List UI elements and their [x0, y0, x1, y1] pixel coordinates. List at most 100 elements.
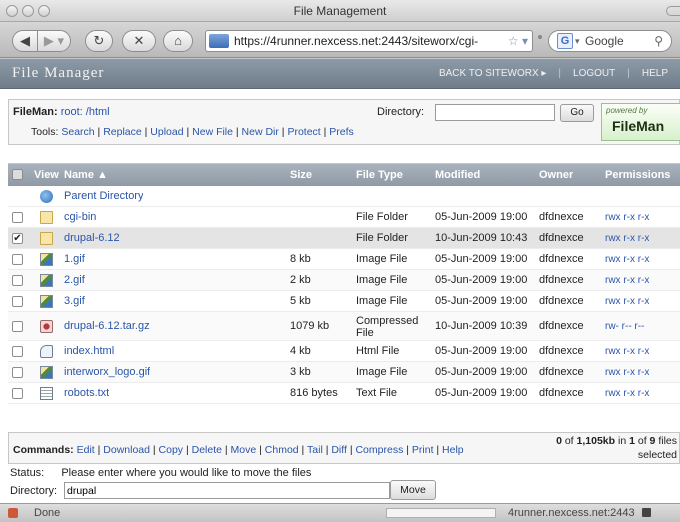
directory-input[interactable]: [435, 104, 555, 121]
tool-replace-link[interactable]: Replace: [103, 126, 142, 138]
file-modified: 05-Jun-2009 19:00: [435, 387, 528, 399]
col-owner[interactable]: Owner: [539, 164, 573, 186]
cmd-diff-link[interactable]: Diff: [331, 444, 347, 456]
tool-new-file-link[interactable]: New File: [192, 126, 233, 138]
zoom-window-icon[interactable]: [38, 5, 50, 17]
row-checkbox[interactable]: [12, 275, 23, 286]
minimize-window-icon[interactable]: [22, 5, 34, 17]
cmd-download-link[interactable]: Download: [103, 444, 150, 456]
cmd-delete-link[interactable]: Delete: [192, 444, 222, 456]
file-name-link[interactable]: 2.gif: [64, 270, 85, 291]
file-name-link[interactable]: index.html: [64, 341, 114, 362]
file-name-link[interactable]: robots.txt: [64, 383, 109, 404]
move-directory-input[interactable]: [64, 482, 390, 499]
file-permissions-link[interactable]: rwx r-x r-x: [605, 291, 649, 312]
search-icon[interactable]: ⚲: [654, 31, 663, 51]
file-name-link[interactable]: drupal-6.12.tar.gz: [64, 312, 150, 341]
file-permissions-link[interactable]: rwx r-x r-x: [605, 249, 649, 270]
forward-button[interactable]: ▶ ▾: [37, 30, 71, 52]
file-permissions-link[interactable]: rwx r-x r-x: [605, 362, 649, 383]
close-window-icon[interactable]: [6, 5, 18, 17]
table-row[interactable]: interworx_logo.gif 3 kb Image File 05-Jun-2…: [8, 362, 680, 383]
cmd-chmod-link[interactable]: Chmod: [265, 444, 299, 456]
table-row[interactable]: 1.gif 8 kb Image File 05-Jun-2009 19:00 dfdn…: [8, 249, 680, 270]
file-name-link[interactable]: 3.gif: [64, 291, 85, 312]
row-checkbox[interactable]: [12, 367, 23, 378]
lock-icon[interactable]: [642, 508, 651, 517]
table-row[interactable]: drupal-6.12.tar.gz 1079 kb Compressed File…: [8, 312, 680, 341]
file-permissions-link[interactable]: rw- r-- r--: [605, 312, 644, 341]
row-checkbox[interactable]: [12, 254, 23, 265]
file-name-link[interactable]: interworx_logo.gif: [64, 362, 150, 383]
file-owner: dfdnexce: [539, 253, 584, 265]
cmd-help-link[interactable]: Help: [442, 444, 464, 456]
table-row[interactable]: ✔ drupal-6.12 File Folder 10-Jun-2009 10:43…: [8, 228, 680, 249]
help-link[interactable]: HELP: [630, 59, 680, 89]
table-row[interactable]: index.html 4 kb Html File 05-Jun-2009 19:00…: [8, 341, 680, 362]
tool-search-link[interactable]: Search: [61, 126, 94, 138]
home-button[interactable]: ⌂: [163, 30, 193, 52]
path-dir-link[interactable]: /html: [86, 106, 110, 118]
tool-new-dir-link[interactable]: New Dir: [242, 126, 279, 138]
file-size: 816 bytes: [290, 387, 338, 399]
search-placeholder: Google: [585, 34, 624, 48]
cmd-copy-link[interactable]: Copy: [159, 444, 184, 456]
reload-button[interactable]: ↻: [85, 30, 113, 52]
file-permissions-link[interactable]: rwx r-x r-x: [605, 270, 649, 291]
path-root-link[interactable]: root:: [61, 106, 83, 118]
row-checkbox[interactable]: [12, 346, 23, 357]
bookmark-star-icon[interactable]: ☆ ▾: [504, 31, 528, 51]
col-file-type[interactable]: File Type: [356, 164, 403, 186]
table-row[interactable]: robots.txt 816 bytes Text File 05-Jun-2009 …: [8, 383, 680, 404]
table-row[interactable]: 3.gif 5 kb Image File 05-Jun-2009 19:00 dfdn…: [8, 291, 680, 312]
file-modified: 05-Jun-2009 19:00: [435, 366, 528, 378]
move-button[interactable]: Move: [390, 480, 436, 500]
file-owner: dfdnexce: [539, 232, 584, 244]
file-permissions-link[interactable]: rwx r-x r-x: [605, 341, 649, 362]
col-name[interactable]: Name ▲: [64, 164, 108, 186]
tool-prefs-link[interactable]: Prefs: [329, 126, 354, 138]
row-checkbox[interactable]: [12, 388, 23, 399]
tool-protect-link[interactable]: Protect: [287, 126, 320, 138]
parent-directory-link[interactable]: Parent Directory: [64, 186, 143, 207]
col-permissions[interactable]: Permissions: [605, 164, 670, 186]
search-input[interactable]: G ▾ Google ⚲: [548, 30, 672, 52]
stop-button[interactable]: ✕: [122, 30, 156, 52]
row-checkbox[interactable]: [12, 321, 23, 332]
file-permissions-link[interactable]: rwx r-x r-x: [605, 228, 649, 249]
back-to-siteworx-link[interactable]: BACK TO SITEWORX ▸: [427, 59, 558, 89]
row-checkbox[interactable]: ✔: [12, 233, 23, 244]
back-button[interactable]: ◀: [12, 30, 38, 52]
site-identity-icon[interactable]: [209, 34, 229, 48]
table-row[interactable]: cgi-bin File Folder 05-Jun-2009 19:00 dfdne…: [8, 207, 680, 228]
file-modified: 10-Jun-2009 10:39: [435, 320, 528, 332]
file-permissions-link[interactable]: rwx r-x r-x: [605, 207, 649, 228]
row-checkbox[interactable]: [12, 296, 23, 307]
cmd-move-link[interactable]: Move: [231, 444, 257, 456]
file-owner: dfdnexce: [539, 274, 584, 286]
google-engine-icon[interactable]: G: [557, 33, 573, 49]
file-permissions-link[interactable]: rwx r-x r-x: [605, 383, 649, 404]
file-owner: dfdnexce: [539, 295, 584, 307]
file-name-link[interactable]: 1.gif: [64, 249, 85, 270]
page-content: FileMan: root: /html Directory: Go Tools…: [0, 89, 680, 503]
row-checkbox[interactable]: [12, 212, 23, 223]
go-button[interactable]: Go: [560, 104, 594, 122]
tool-upload-link[interactable]: Upload: [150, 126, 183, 138]
cmd-tail-link[interactable]: Tail: [307, 444, 323, 456]
cmd-compress-link[interactable]: Compress: [355, 444, 403, 456]
select-all-checkbox[interactable]: [12, 169, 23, 180]
logout-link[interactable]: LOGOUT: [561, 59, 627, 89]
file-modified: 05-Jun-2009 19:00: [435, 345, 528, 357]
cmd-print-link[interactable]: Print: [412, 444, 434, 456]
parent-directory-row[interactable]: Parent Directory: [8, 186, 680, 207]
file-name-link[interactable]: drupal-6.12: [64, 228, 120, 249]
cmd-edit-link[interactable]: Edit: [77, 444, 95, 456]
table-row[interactable]: 2.gif 2 kb Image File 05-Jun-2009 19:00 dfdn…: [8, 270, 680, 291]
col-modified[interactable]: Modified: [435, 164, 480, 186]
address-bar[interactable]: https://4runner.nexcess.net:2443/sitewor…: [205, 30, 533, 52]
toolbar-toggle-icon[interactable]: [666, 6, 680, 16]
col-size[interactable]: Size: [290, 164, 312, 186]
file-name-link[interactable]: cgi-bin: [64, 207, 96, 228]
image-file-icon: [40, 274, 53, 287]
